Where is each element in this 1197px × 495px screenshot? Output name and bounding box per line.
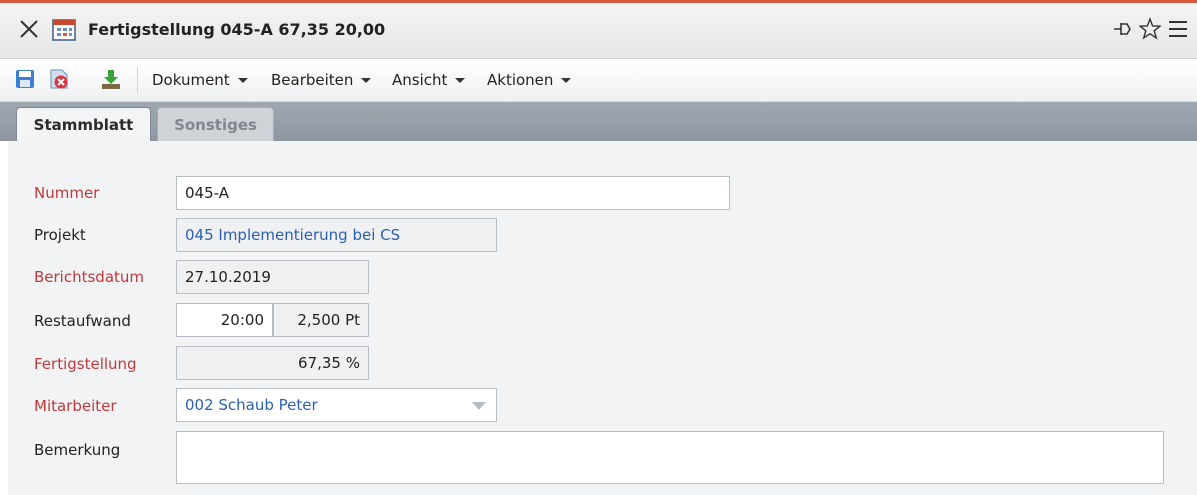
delete-icon[interactable]: [48, 68, 70, 90]
toolbar-separator: [137, 67, 138, 93]
nummer-label: Nummer: [34, 184, 100, 202]
bemerkung-field[interactable]: [176, 431, 1164, 484]
projekt-field[interactable]: 045 Implementierung bei CS: [176, 218, 497, 252]
nummer-field[interactable]: 045-A: [176, 176, 730, 210]
close-icon[interactable]: [18, 18, 40, 40]
hamburger-icon[interactable]: [1167, 17, 1189, 41]
mitarbeiter-value: 002 Schaub Peter: [185, 396, 318, 414]
menu-aktionen-label: Aktionen: [487, 71, 554, 89]
menu-ansicht-label: Ansicht: [392, 71, 448, 89]
tab-sonstiges[interactable]: Sonstiges: [157, 107, 274, 141]
title-bar: Fertigstellung 045-A 67,35 20,00: [0, 3, 1197, 59]
mitarbeiter-select[interactable]: 002 Schaub Peter: [176, 388, 497, 422]
caret-down-icon: [361, 77, 372, 83]
caret-down-icon: [561, 77, 572, 83]
star-icon[interactable]: [1138, 16, 1162, 41]
bemerkung-label: Bemerkung: [34, 441, 121, 459]
fertigstellung-label: Fertigstellung: [34, 355, 137, 373]
menu-dokument[interactable]: Dokument: [152, 71, 248, 89]
menu-bearbeiten[interactable]: Bearbeiten: [271, 71, 372, 89]
menu-bearbeiten-label: Bearbeiten: [271, 71, 354, 89]
save-icon[interactable]: [14, 68, 36, 90]
fertigstellung-field: 67,35 %: [176, 346, 369, 380]
restaufwand-label: Restaufwand: [34, 312, 131, 330]
restaufwand-days-field: 2,500 Pt: [273, 303, 369, 337]
menu-aktionen[interactable]: Aktionen: [487, 71, 572, 89]
caret-down-icon: [237, 77, 248, 83]
caret-down-icon: [455, 77, 466, 83]
menu-dokument-label: Dokument: [152, 71, 230, 89]
window-title: Fertigstellung 045-A 67,35 20,00: [88, 20, 386, 39]
dropdown-arrow-icon[interactable]: [472, 402, 486, 410]
tab-strip: Stammblatt Sonstiges: [0, 102, 1197, 141]
calendar-icon: [52, 19, 76, 41]
projekt-label: Projekt: [34, 226, 86, 244]
toolbar: Dokument Bearbeiten Ansicht Aktionen: [0, 59, 1197, 102]
title-actions: [1111, 16, 1189, 41]
tab-stammblatt[interactable]: Stammblatt: [16, 107, 151, 141]
mitarbeiter-label: Mitarbeiter: [34, 397, 117, 415]
restaufwand-hours-field[interactable]: 20:00: [176, 303, 273, 337]
berichtsdatum-label: Berichtsdatum: [34, 268, 145, 286]
berichtsdatum-field[interactable]: 27.10.2019: [176, 260, 369, 294]
pin-icon[interactable]: [1111, 17, 1133, 41]
download-icon[interactable]: [100, 68, 122, 90]
menu-ansicht[interactable]: Ansicht: [392, 71, 466, 89]
